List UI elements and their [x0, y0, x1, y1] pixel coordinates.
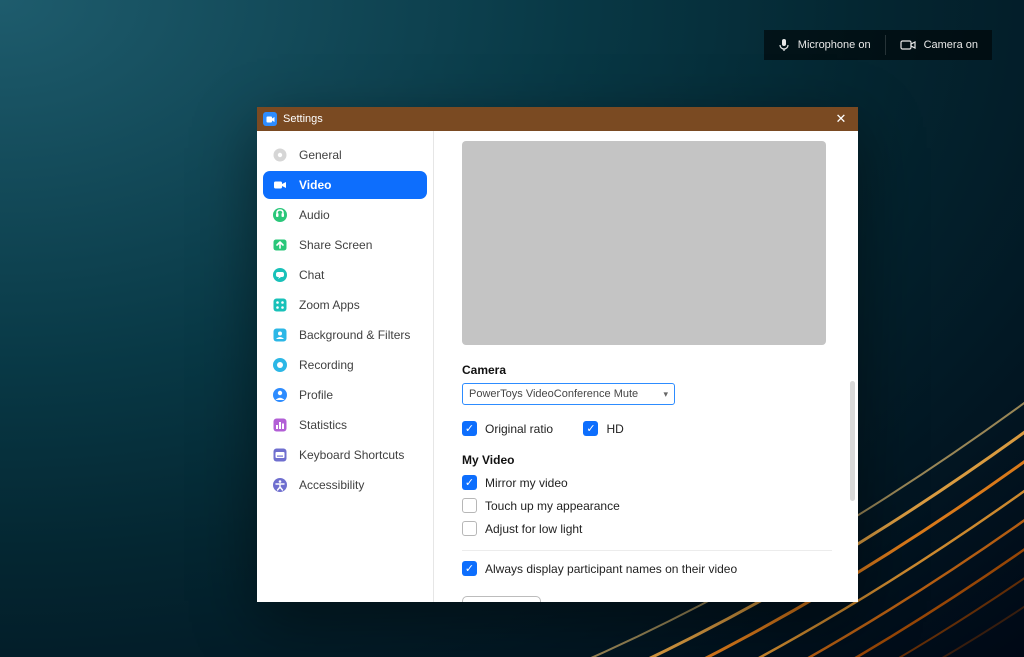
hd-label: HD — [606, 422, 623, 436]
sidebar-item-label: General — [299, 148, 342, 162]
touchup-label: Touch up my appearance — [485, 499, 620, 513]
sidebar-item-keyboard-shortcuts[interactable]: Keyboard Shortcuts — [263, 441, 427, 469]
sidebar-item-audio[interactable]: Audio — [263, 201, 427, 229]
stats-icon — [271, 416, 289, 434]
microphone-status[interactable]: Microphone on — [764, 30, 885, 60]
sidebar-item-chat[interactable]: Chat — [263, 261, 427, 289]
display-names-option[interactable]: ✓ Always display participant names on th… — [462, 561, 844, 576]
app-icon — [263, 112, 277, 126]
close-button[interactable]: ✕ — [830, 111, 852, 127]
sidebar-item-label: Keyboard Shortcuts — [299, 448, 404, 462]
checkbox-checked-icon: ✓ — [462, 475, 477, 490]
chevron-down-icon: ▾ — [663, 389, 668, 400]
lowlight-option[interactable]: Adjust for low light — [462, 521, 844, 536]
settings-sidebar: General Video Audio Share Screen Chat Zoom Ap… — [257, 131, 434, 602]
advanced-button[interactable]: Advanced — [462, 596, 541, 602]
microphone-icon — [778, 38, 790, 52]
advanced-button-label: Advanced — [475, 601, 528, 602]
chat-icon — [271, 266, 289, 284]
audio-icon — [271, 206, 289, 224]
apps-icon — [271, 296, 289, 314]
share-icon — [271, 236, 289, 254]
sidebar-item-share-screen[interactable]: Share Screen — [263, 231, 427, 259]
original-ratio-label: Original ratio — [485, 422, 553, 436]
checkbox-unchecked-icon — [462, 498, 477, 513]
titlebar[interactable]: Settings ✕ — [257, 107, 858, 131]
my-video-section-label: My Video — [462, 453, 844, 467]
sidebar-item-video[interactable]: Video — [263, 171, 427, 199]
checkbox-checked-icon: ✓ — [462, 421, 477, 436]
sidebar-item-label: Chat — [299, 268, 324, 282]
status-indicator-bar: Microphone on Camera on — [764, 30, 992, 60]
sidebar-item-general[interactable]: General — [263, 141, 427, 169]
camera-select[interactable]: PowerToys VideoConference Mute ▾ — [462, 383, 675, 405]
mirror-video-label: Mirror my video — [485, 476, 568, 490]
checkbox-unchecked-icon — [462, 521, 477, 536]
settings-content: Camera PowerToys VideoConference Mute ▾ … — [434, 131, 858, 602]
sidebar-item-accessibility[interactable]: Accessibility — [263, 471, 427, 499]
sidebar-item-label: Audio — [299, 208, 330, 222]
settings-window: Settings ✕ General Video Audio Share Screen… — [257, 107, 858, 602]
checkbox-checked-icon: ✓ — [462, 561, 477, 576]
checkbox-checked-icon: ✓ — [583, 421, 598, 436]
bg-icon — [271, 326, 289, 344]
camera-section-label: Camera — [462, 363, 844, 377]
touchup-option[interactable]: Touch up my appearance — [462, 498, 844, 513]
gear-icon — [271, 146, 289, 164]
sidebar-item-label: Zoom Apps — [299, 298, 360, 312]
sidebar-item-recording[interactable]: Recording — [263, 351, 427, 379]
sidebar-item-label: Video — [299, 178, 331, 192]
sidebar-item-background-filters[interactable]: Background & Filters — [263, 321, 427, 349]
sidebar-item-zoom-apps[interactable]: Zoom Apps — [263, 291, 427, 319]
sidebar-item-profile[interactable]: Profile — [263, 381, 427, 409]
sidebar-item-label: Recording — [299, 358, 354, 372]
lowlight-label: Adjust for low light — [485, 522, 582, 536]
camera-icon — [900, 39, 916, 51]
original-ratio-option[interactable]: ✓ Original ratio — [462, 421, 553, 436]
record-icon — [271, 356, 289, 374]
sidebar-item-label: Accessibility — [299, 478, 364, 492]
profile-icon — [271, 386, 289, 404]
sidebar-item-label: Statistics — [299, 418, 347, 432]
camera-status[interactable]: Camera on — [886, 30, 992, 60]
video-preview — [462, 141, 826, 345]
display-names-label: Always display participant names on thei… — [485, 562, 737, 576]
camera-select-value: PowerToys VideoConference Mute — [469, 388, 638, 400]
sidebar-item-statistics[interactable]: Statistics — [263, 411, 427, 439]
camera-status-label: Camera on — [924, 39, 978, 51]
window-title: Settings — [283, 113, 323, 125]
mirror-video-option[interactable]: ✓ Mirror my video — [462, 475, 844, 490]
divider — [462, 550, 832, 551]
sidebar-item-label: Profile — [299, 388, 333, 402]
video-icon — [271, 176, 289, 194]
microphone-status-label: Microphone on — [798, 39, 871, 51]
keyboard-icon — [271, 446, 289, 464]
access-icon — [271, 476, 289, 494]
sidebar-item-label: Share Screen — [299, 238, 372, 252]
scrollbar[interactable] — [850, 381, 855, 501]
sidebar-item-label: Background & Filters — [299, 328, 410, 342]
hd-option[interactable]: ✓ HD — [583, 421, 623, 436]
